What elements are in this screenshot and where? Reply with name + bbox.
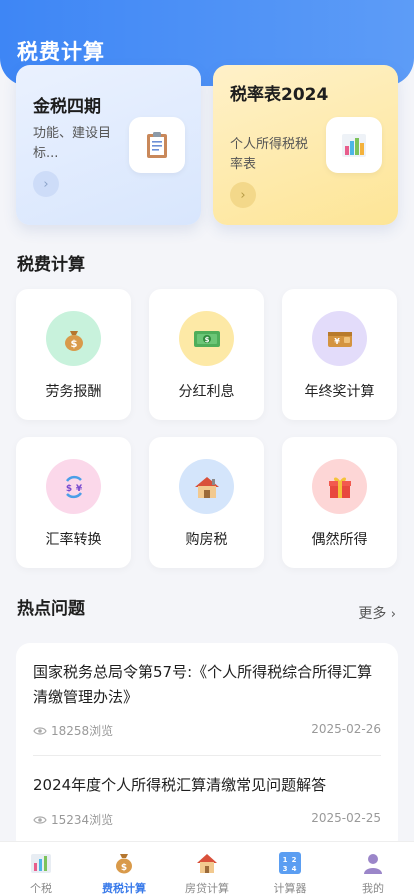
calc-item-incidental[interactable]: 偶然所得 [282,437,397,568]
question-title[interactable]: 2024年度个人所得税汇算清缴常见问题解答 [33,773,383,798]
wallet-icon: ¥ [312,311,367,366]
more-link[interactable]: 更多 › [358,603,396,623]
eye-icon [33,815,47,824]
chart-icon [29,851,53,875]
tab-label: 个税 [30,882,52,895]
bottom-tab-bar: 个税 $ 费税计算 房贷计算 1 2 3 4 计算器 我的 [0,841,414,896]
card-title: 金税四期 [33,97,101,117]
money-bag-icon: $ [46,311,101,366]
calc-item-labor[interactable]: $ 劳务报酬 [16,289,131,420]
section-title-hot: 热点问题 [17,599,85,619]
more-label: 更多 [358,606,387,622]
calc-item-label: 偶然所得 [311,532,368,548]
chevron-right-icon[interactable]: › [230,182,256,208]
calc-item-exchange[interactable]: $ ¥ 汇率转换 [16,437,131,568]
tab-personal-tax[interactable]: 个税 [0,842,82,896]
clipboard-icon [129,117,185,173]
user-icon [361,851,385,875]
chevron-right-icon: › [390,607,396,622]
house-icon [195,851,219,875]
tab-label: 费税计算 [102,882,146,895]
banknote-icon: $ [179,311,234,366]
question-date: 2025-02-26 [311,722,381,736]
tab-fee-calc[interactable]: $ 费税计算 [83,842,165,896]
tab-label: 我的 [362,882,384,895]
svg-text:$: $ [121,863,127,873]
calc-item-label: 年终奖计算 [304,384,375,400]
views-count: 15234浏览 [51,813,114,827]
divider [33,755,381,756]
tab-label: 计算器 [273,882,307,895]
calc-item-label: 汇率转换 [45,532,102,548]
feature-card-tax-rate[interactable]: 税率表2024 个人所得税税率表 › [213,65,398,225]
calc-item-dividend[interactable]: $ 分红利息 [149,289,264,420]
calc-item-bonus[interactable]: ¥ 年终奖计算 [282,289,397,420]
svg-text:$: $ [204,336,209,344]
money-bag-icon: $ [112,851,136,875]
question-title[interactable]: 国家税务总局令第57号:《个人所得税综合所得汇算清缴管理办法》 [33,660,383,710]
views-count: 18258浏览 [51,724,114,738]
svg-text:¥: ¥ [75,484,82,494]
svg-text:3: 3 [283,865,288,873]
svg-text:4: 4 [292,865,297,873]
feature-card-golden-tax[interactable]: 金税四期 功能、建设目标... › [16,65,201,225]
svg-text:2: 2 [292,856,297,864]
eye-icon [33,726,47,735]
section-title-calc: 税费计算 [17,255,85,275]
chevron-right-icon[interactable]: › [33,171,59,197]
question-views: 18258浏览 [33,722,113,739]
tab-mortgage-calc[interactable]: 房贷计算 [166,842,248,896]
currency-exchange-icon: $ ¥ [46,459,101,514]
house-icon [179,459,234,514]
bar-chart-icon [326,117,382,173]
question-views: 15234浏览 [33,811,113,828]
card-description: 个人所得税税率表 [230,137,309,172]
keypad-icon: 1 2 3 4 [278,851,302,875]
tab-calculator[interactable]: 1 2 3 4 计算器 [249,842,331,896]
question-date: 2025-02-25 [311,811,381,825]
tab-label: 房贷计算 [185,882,229,895]
calc-item-label: 劳务报酬 [45,384,102,400]
svg-text:¥: ¥ [334,337,340,346]
calc-item-label: 购房税 [185,532,228,548]
card-title: 税率表2024 [230,85,329,105]
hot-questions-card: 国家税务总局令第57号:《个人所得税综合所得汇算清缴管理办法》 18258浏览 … [16,643,398,853]
gift-icon [312,459,367,514]
page-title: 税费计算 [17,40,105,64]
svg-text:$: $ [65,484,71,494]
svg-text:1: 1 [283,856,288,864]
calc-item-house-tax[interactable]: 购房税 [149,437,264,568]
tab-profile[interactable]: 我的 [332,842,414,896]
card-description: 功能、建设目标... [33,126,112,161]
calc-item-label: 分红利息 [178,384,235,400]
svg-text:$: $ [70,339,77,350]
